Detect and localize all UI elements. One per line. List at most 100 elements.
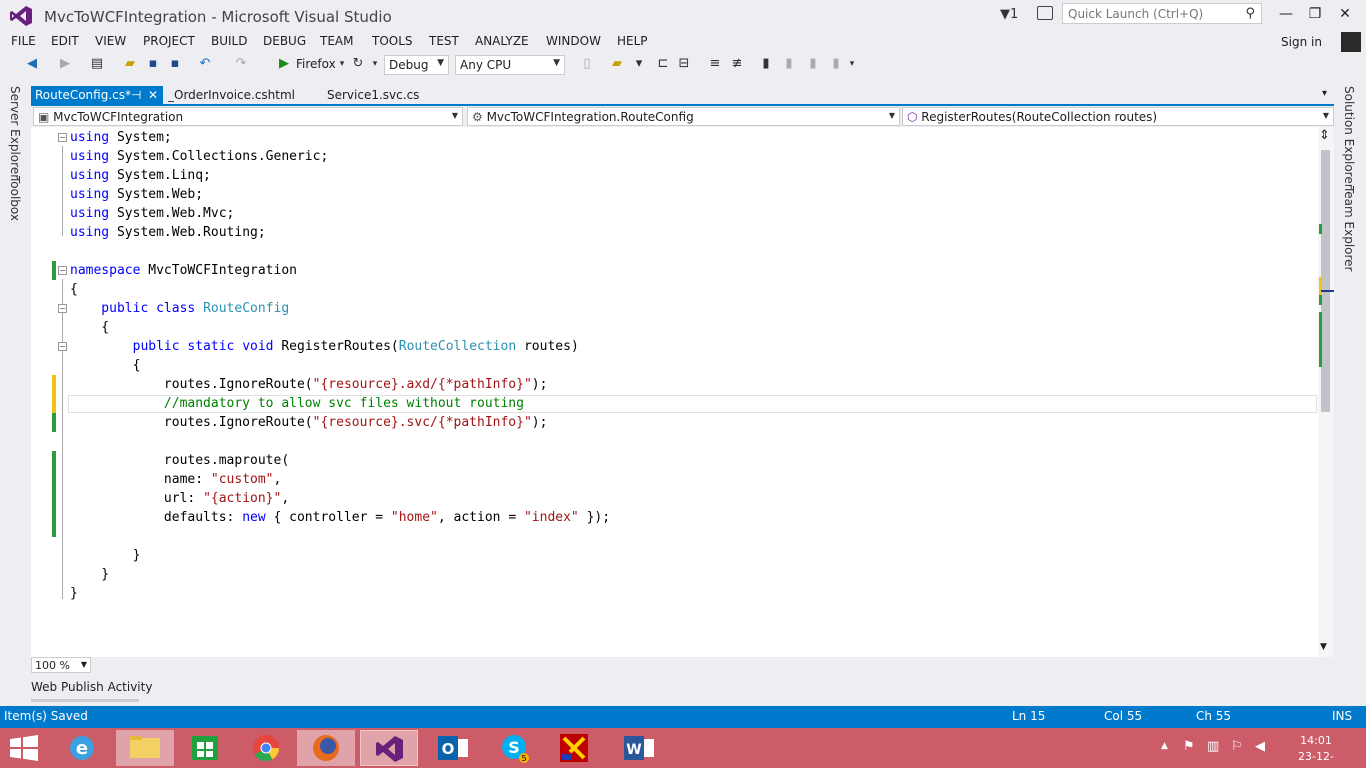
step-icon[interactable]: ⊏	[655, 56, 671, 72]
status-insert-mode: INS	[1332, 709, 1353, 723]
user-avatar-icon[interactable]	[1341, 32, 1361, 52]
comment-icon[interactable]: ≡	[707, 56, 723, 72]
sign-in-link[interactable]: Sign in	[1281, 35, 1322, 49]
platform-value: Any CPU	[460, 58, 512, 72]
pin-icon[interactable]: ⊣	[131, 88, 141, 102]
change-marker	[52, 451, 56, 537]
run-target-dropdown-icon[interactable]: ▾	[334, 56, 350, 72]
system-tray-icon[interactable]: ▥	[1207, 739, 1219, 754]
member-dropdown[interactable]: ⬡ RegisterRoutes(RouteCollection routes)…	[902, 107, 1334, 126]
show-hidden-icons[interactable]: ▲	[1161, 741, 1168, 751]
attach-icon[interactable]: ▯	[579, 56, 595, 72]
close-tab-icon[interactable]: ✕	[148, 88, 158, 102]
fold-guide	[62, 279, 63, 599]
visual-studio-taskbar-icon[interactable]	[360, 730, 418, 766]
refresh-browser-icon[interactable]: ↻	[350, 56, 366, 72]
collapse-icon[interactable]: −	[58, 133, 67, 142]
scrollbar-thumb[interactable]	[1321, 150, 1330, 412]
save-all-icon[interactable]: ▪	[167, 56, 183, 72]
collapse-icon[interactable]: −	[58, 342, 67, 351]
solution-explorer-tab[interactable]: Solution Explorer	[1342, 86, 1356, 189]
menu-view[interactable]: VIEW	[95, 34, 126, 48]
web-publish-activity-tab[interactable]: Web Publish Activity	[31, 680, 152, 694]
quick-launch-input[interactable]: Quick Launch (Ctrl+Q) ⚲	[1062, 3, 1262, 24]
menu-tools[interactable]: TOOLS	[372, 34, 413, 48]
scroll-down-icon[interactable]: ▼	[1320, 642, 1327, 652]
bookmark-icon[interactable]: ▮	[758, 56, 774, 72]
tab-routeconfig[interactable]: RouteConfig.cs* ⊣ ✕	[31, 86, 163, 105]
word-icon[interactable]: W	[610, 730, 668, 766]
menu-analyze[interactable]: ANALYZE	[475, 34, 529, 48]
menu-file[interactable]: FILE	[11, 34, 36, 48]
save-icon[interactable]: ▪	[145, 56, 161, 72]
chrome-icon[interactable]	[237, 730, 295, 766]
skype-icon[interactable]: S5	[486, 730, 544, 766]
tab-service1[interactable]: Service1.svc.cs	[327, 88, 419, 102]
start-windows-icon[interactable]	[10, 735, 38, 761]
maximize-button[interactable]: ❐	[1305, 6, 1325, 22]
split-icon[interactable]: ⇕	[1319, 128, 1330, 143]
file-explorer-icon[interactable]	[116, 730, 174, 766]
clear-bookmarks-icon[interactable]: ▮	[828, 56, 844, 72]
prev-bookmark-icon[interactable]: ▮	[781, 56, 797, 72]
code-line: namespace MvcToWCFIntegration	[70, 263, 297, 278]
firefox-icon[interactable]	[297, 730, 355, 766]
internet-explorer-icon[interactable]: e	[54, 730, 112, 766]
forward-icon[interactable]: ▶	[57, 56, 73, 72]
feedback-icon[interactable]	[1037, 6, 1053, 20]
back-icon[interactable]: ◀	[24, 56, 40, 72]
redo-icon[interactable]: ↷	[233, 56, 249, 72]
find-in-files-icon[interactable]: ▰	[609, 56, 625, 72]
new-project-icon[interactable]: ▤	[89, 56, 105, 72]
zoom-select[interactable]: 100 % ▼	[31, 657, 91, 673]
team-explorer-tab[interactable]: Team Explorer	[1342, 186, 1356, 272]
toolbox-tab[interactable]: Toolbox	[8, 176, 22, 221]
close-button[interactable]: ✕	[1335, 6, 1355, 22]
volume-icon[interactable]: ◀	[1255, 739, 1265, 754]
server-explorer-tab[interactable]: Server Explorer	[8, 86, 22, 179]
menu-debug[interactable]: DEBUG	[263, 34, 306, 48]
menu-team[interactable]: TEAM	[320, 34, 353, 48]
menu-help[interactable]: HELP	[617, 34, 648, 48]
store-icon[interactable]	[176, 730, 234, 766]
collapse-icon[interactable]: −	[58, 304, 67, 313]
project-value: MvcToWCFIntegration	[53, 110, 184, 124]
class-dropdown[interactable]: ⚙ MvcToWCFIntegration.RouteConfig ▼	[467, 107, 900, 126]
menu-edit[interactable]: EDIT	[51, 34, 79, 48]
tab-orderinvoice[interactable]: _OrderInvoice.cshtml	[168, 88, 295, 102]
find-dropdown-icon[interactable]: ▾	[631, 56, 647, 72]
taskbar-clock[interactable]: 14:01 23-12-2015	[1288, 733, 1344, 768]
notifications-flag[interactable]: ▼1	[1000, 7, 1018, 22]
next-bookmark-icon[interactable]: ▮	[805, 56, 821, 72]
solution-configuration-select[interactable]: Debug ▼	[384, 55, 449, 75]
start-debugging-icon[interactable]: ▶	[276, 56, 292, 72]
solution-platform-select[interactable]: Any CPU ▼	[455, 55, 565, 75]
visual-studio-logo-icon[interactable]	[10, 6, 32, 26]
action-center-icon[interactable]: ⚐	[1231, 739, 1243, 754]
toolbar-overflow-icon[interactable]: ▾	[844, 56, 860, 72]
code-line: }	[70, 586, 78, 601]
chevron-down-icon: ▼	[437, 58, 444, 68]
menu-test[interactable]: TEST	[429, 34, 459, 48]
open-file-icon[interactable]: ▰	[122, 56, 138, 72]
menu-project[interactable]: PROJECT	[143, 34, 195, 48]
hex-icon[interactable]: ⊟	[676, 56, 692, 72]
outlook-icon[interactable]: O	[424, 730, 482, 766]
run-target-label[interactable]: Firefox	[296, 57, 336, 71]
class-value: MvcToWCFIntegration.RouteConfig	[486, 110, 694, 124]
uncomment-icon[interactable]: ≢	[729, 56, 745, 72]
network-icon[interactable]: ⚑	[1183, 739, 1195, 754]
status-char: Ch 55	[1196, 709, 1232, 723]
tab-list-dropdown-icon[interactable]: ▾	[1322, 88, 1327, 99]
collapse-icon[interactable]: −	[58, 266, 67, 275]
project-dropdown[interactable]: ▣ MvcToWCFIntegration ▼	[33, 107, 463, 126]
clock-time: 14:01	[1300, 734, 1332, 747]
menu-build[interactable]: BUILD	[211, 34, 247, 48]
filezilla-icon[interactable]	[546, 730, 604, 766]
undo-icon[interactable]: ↶	[197, 56, 213, 72]
minimize-button[interactable]: —	[1276, 6, 1296, 22]
clock-date: 23-12-2015	[1298, 750, 1334, 768]
refresh-dropdown-icon[interactable]: ▾	[367, 56, 383, 72]
menu-window[interactable]: WINDOW	[546, 34, 601, 48]
tab-underline	[31, 104, 1334, 106]
